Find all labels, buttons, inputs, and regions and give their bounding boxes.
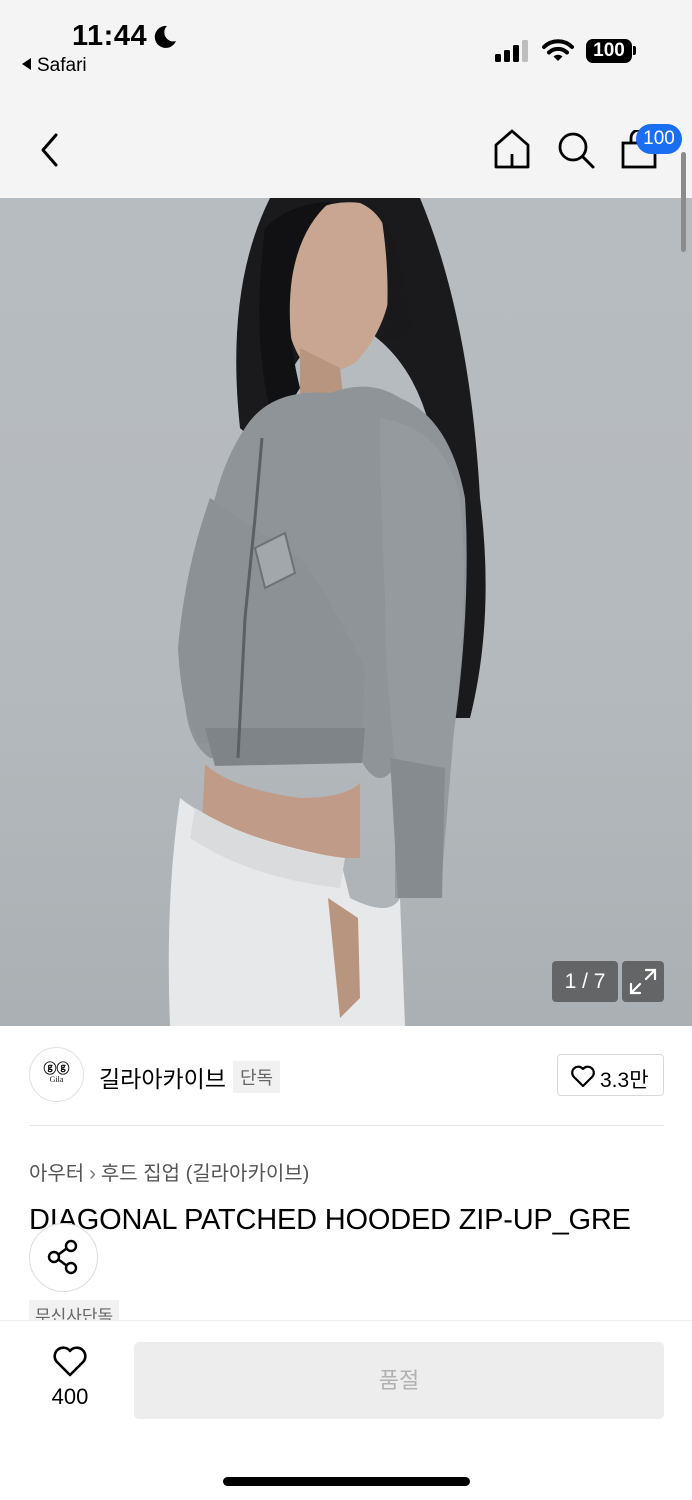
brand-like-button[interactable]: 3.3만: [557, 1054, 664, 1096]
back-triangle-icon: [22, 58, 31, 70]
back-app-label: Safari: [37, 55, 87, 76]
share-icon: [47, 1239, 78, 1275]
wishlist-count: 400: [51, 1384, 89, 1409]
svg-text:Gila: Gila: [50, 1075, 64, 1084]
cart-count-badge: 100: [636, 124, 682, 154]
image-counter: 1 / 7: [552, 961, 618, 1002]
brand-logo[interactable]: ⓖⓖ Gila: [29, 1047, 84, 1102]
breadcrumb: 아우터 › 후드 집업 (길라아카이브): [29, 1157, 309, 1186]
wifi-icon: [542, 39, 574, 61]
heart-icon: [571, 1065, 595, 1088]
expand-image-button[interactable]: [622, 961, 664, 1002]
search-icon[interactable]: [556, 130, 596, 170]
battery-tip: [633, 46, 636, 55]
brand-name[interactable]: 길라아카이브: [99, 1060, 226, 1094]
status-time: 11:44: [72, 20, 148, 52]
product-photo-illustration: [168, 198, 486, 1026]
breadcrumb-subcategory[interactable]: 후드 집업 (길라아카이브): [101, 1163, 309, 1185]
exclusive-badge: 단독: [233, 1061, 281, 1093]
home-icon[interactable]: [492, 128, 532, 170]
breadcrumb-category[interactable]: 아우터: [29, 1163, 84, 1185]
svg-text:ⓖⓖ: ⓖⓖ: [43, 1061, 69, 1076]
home-indicator: [223, 1477, 470, 1486]
back-to-app-link[interactable]: Safari: [22, 55, 87, 77]
expand-icon: [629, 968, 657, 995]
sold-out-button[interactable]: 품절: [134, 1342, 664, 1419]
back-chevron-icon[interactable]: [36, 131, 64, 169]
brand-like-count: 3.3만: [600, 1069, 649, 1092]
brand-logo-mark: ⓖⓖ Gila: [43, 1061, 69, 1084]
signal-icon: [495, 40, 528, 62]
battery-indicator: 100: [586, 39, 632, 63]
share-button[interactable]: [29, 1223, 98, 1292]
wishlist-heart-icon[interactable]: [52, 1346, 88, 1378]
product-title: DIAGONAL PATCHED HOODED ZIP-UP_GRE: [29, 1204, 631, 1236]
divider: [29, 1125, 664, 1126]
product-image[interactable]: [0, 198, 692, 1026]
page-scrollbar[interactable]: [681, 152, 686, 252]
moon-icon: [154, 25, 176, 48]
breadcrumb-separator-icon: ›: [89, 1163, 96, 1185]
